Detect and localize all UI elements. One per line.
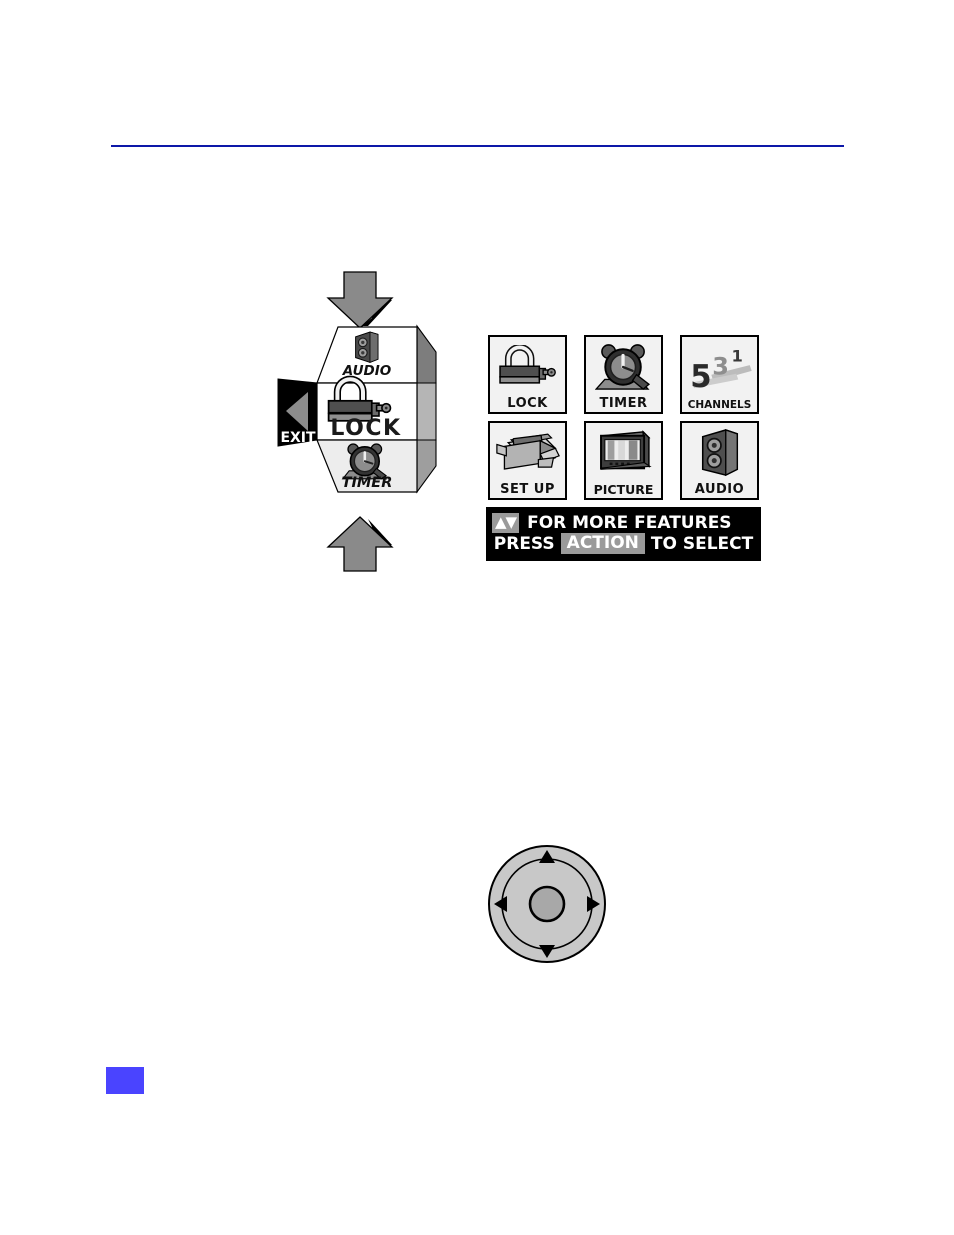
- header-divider-rule: [111, 145, 844, 147]
- carousel-face-lock-label: LOCK: [330, 416, 401, 441]
- exit-tab[interactable]: EXIT: [277, 378, 318, 447]
- arrow-up-icon[interactable]: [326, 516, 394, 572]
- channel-numeral-5: 5: [690, 359, 711, 392]
- on-screen-menu-carousel: AUDIO LOCK TIMER EXIT: [276, 270, 446, 575]
- osd-banner-line-1-text: FOR MORE FEATURES: [527, 512, 732, 533]
- carousel-face-timer[interactable]: TIMER: [316, 439, 418, 493]
- carousel-face-lock[interactable]: LOCK: [316, 379, 418, 441]
- carousel-face-timer-label: TIMER: [342, 475, 393, 491]
- osd-icon-timer[interactable]: TIMER: [584, 335, 663, 414]
- up-down-arrows-icon: ▲▼: [492, 513, 520, 533]
- arrow-down-icon[interactable]: [326, 271, 394, 329]
- alarm-clock-icon: [586, 337, 661, 397]
- exit-tab-label: EXIT: [280, 430, 316, 446]
- page-number-swatch: [106, 1067, 144, 1094]
- osd-icon-label: CHANNELS: [687, 398, 752, 411]
- padlock-icon: [490, 337, 565, 397]
- action-button-chip: ACTION: [560, 533, 645, 555]
- osd-icon-label: TIMER: [599, 396, 648, 411]
- channel-numeral-3: 3: [712, 353, 729, 381]
- carousel-side-panels: [416, 324, 437, 494]
- osd-icon-label: LOCK: [507, 396, 548, 411]
- osd-icon-label: PICTURE: [593, 481, 654, 497]
- channel-numbers-icon: 5 3 1: [682, 337, 757, 400]
- speaker-icon: [682, 423, 757, 483]
- osd-help-banner: ▲▼ FOR MORE FEATURES PRESS ACTION TO SEL…: [486, 507, 761, 562]
- osd-icon-label: AUDIO: [694, 482, 745, 497]
- carousel-face-audio[interactable]: AUDIO: [316, 326, 418, 384]
- osd-banner-press-label: PRESS: [493, 533, 555, 554]
- osd-icon-lock[interactable]: LOCK: [488, 335, 567, 414]
- osd-banner-line-1: ▲▼ FOR MORE FEATURES: [486, 513, 761, 533]
- osd-icon-setup[interactable]: SET UP: [488, 421, 567, 500]
- osd-banner-select-label: TO SELECT: [650, 533, 754, 554]
- osd-banner-line-2: PRESS ACTION TO SELECT: [486, 533, 761, 555]
- osd-icon-channels[interactable]: 5 3 1 CHANNELS: [680, 335, 759, 414]
- osd-icon-label: SET UP: [500, 482, 555, 497]
- remote-navigation-ring: [487, 843, 607, 965]
- nav-center-select-button[interactable]: [528, 885, 566, 923]
- osd-icon-picture[interactable]: PICTURE: [584, 421, 663, 500]
- on-screen-display-main-menu: LOCK TIMER 5 3 1 CHANNELS SET UP PICTURE…: [486, 335, 761, 567]
- television-icon: [586, 423, 661, 484]
- channel-numeral-1: 1: [731, 347, 742, 366]
- open-box-icon: [490, 423, 565, 483]
- osd-icon-grid: LOCK TIMER 5 3 1 CHANNELS SET UP PICTURE…: [486, 335, 761, 504]
- osd-icon-audio[interactable]: AUDIO: [680, 421, 759, 500]
